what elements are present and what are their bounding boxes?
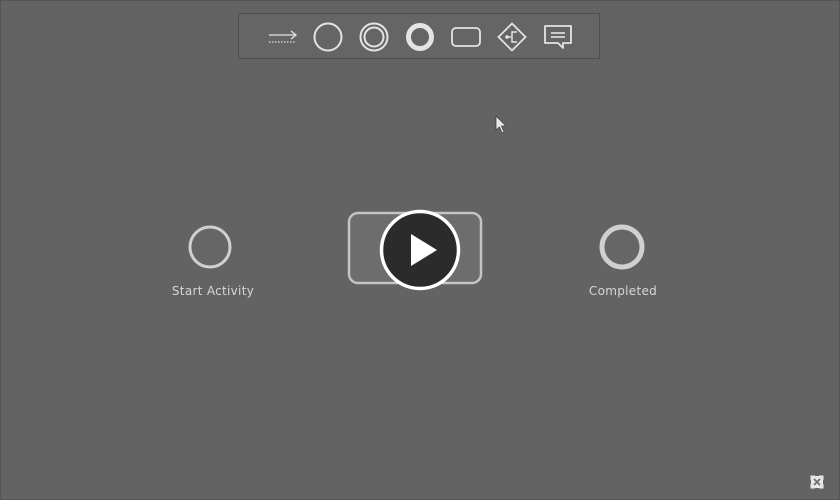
start-event-node[interactable] [187, 224, 233, 270]
dotted-arrow-icon [269, 30, 298, 43]
thick-circle-icon [406, 23, 434, 51]
end-event-label: Completed [588, 284, 658, 298]
comment-icon [544, 25, 572, 49]
fullscreen-button[interactable] [810, 474, 824, 489]
rounded-rect-icon [451, 27, 481, 47]
tool-end-event[interactable] [404, 22, 436, 52]
tool-start-event[interactable] [312, 22, 344, 52]
end-event-node[interactable] [598, 223, 646, 271]
tool-task[interactable] [450, 22, 482, 52]
tool-annotation[interactable] [542, 22, 574, 52]
tool-intermediate-event[interactable] [358, 22, 390, 52]
palette-toolbar [238, 13, 600, 59]
play-button[interactable] [379, 209, 461, 291]
expand-icon [810, 475, 824, 489]
diamond-branch-icon [497, 22, 527, 52]
play-icon [379, 209, 461, 291]
mouse-cursor-icon [495, 115, 507, 134]
circle-icon [313, 22, 343, 52]
double-circle-icon [359, 22, 389, 52]
start-event-label: Start Activity [171, 284, 255, 298]
tool-sequence-flow[interactable] [267, 22, 299, 52]
tool-gateway[interactable] [496, 22, 528, 52]
